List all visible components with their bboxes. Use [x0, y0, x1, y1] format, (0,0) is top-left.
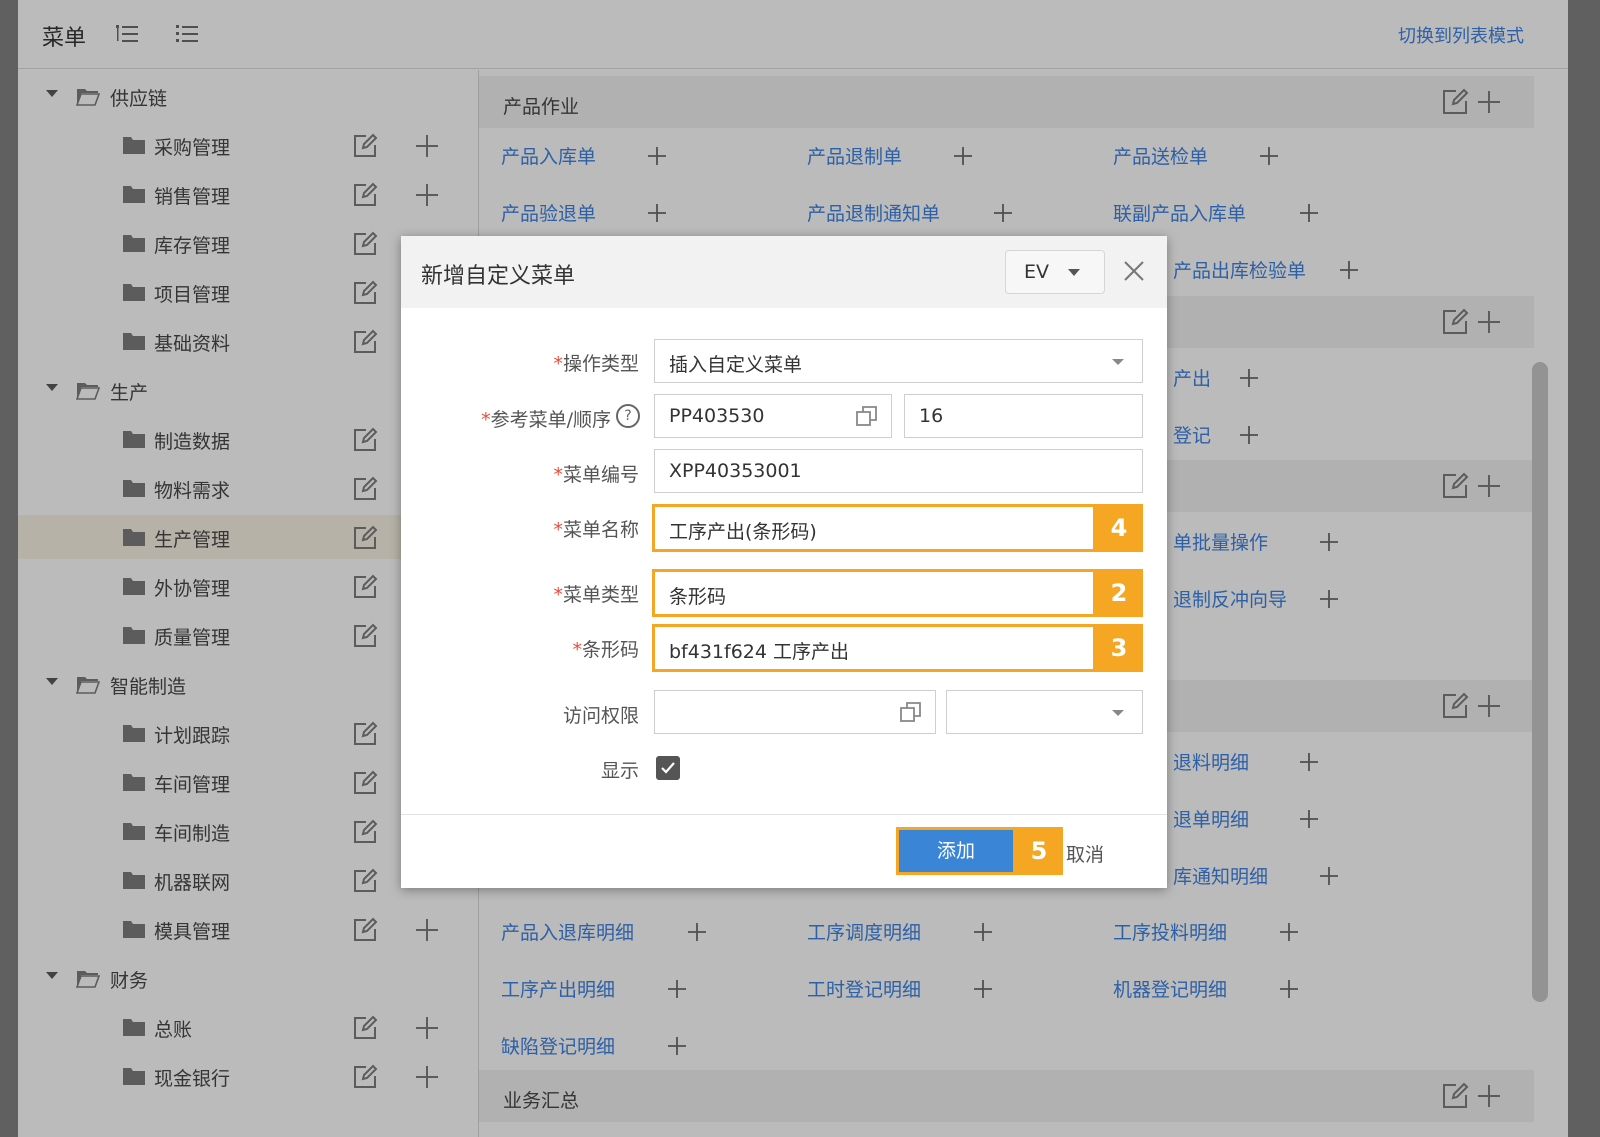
op-type-select[interactable]: 插入自定义菜单	[654, 339, 1143, 383]
step-badge: 4	[1095, 504, 1143, 552]
chevron-down-icon	[1112, 359, 1124, 365]
op-type-value: 插入自定义菜单	[669, 354, 803, 376]
access-label: 访问权限	[562, 705, 639, 727]
step-badge: 3	[1095, 624, 1143, 672]
chevron-down-icon	[1112, 710, 1124, 716]
check-icon	[661, 762, 675, 774]
menu-code-label: *菜单编号	[553, 464, 639, 486]
ref-menu-value: PP403530	[669, 405, 765, 427]
dialog-footer-divider	[401, 814, 1167, 815]
close-icon[interactable]	[1119, 256, 1149, 286]
access-level-select[interactable]	[946, 690, 1143, 734]
menu-code-input[interactable]: XPP40353001	[654, 449, 1143, 493]
copy-icon[interactable]	[899, 700, 923, 724]
ref-menu-label: *参考菜单/顺序	[481, 409, 611, 431]
menu-type-value: 条形码	[669, 586, 727, 608]
step-badge: 5	[1015, 827, 1063, 875]
menu-type-label: *菜单类型	[553, 584, 639, 606]
menu-name-value: 工序产出(条形码)	[669, 521, 817, 543]
dialog-header: 新增自定义菜单 EV	[401, 236, 1167, 308]
language-dropdown[interactable]: EV	[1005, 250, 1105, 294]
copy-icon[interactable]	[855, 404, 879, 428]
add-button[interactable]: 添加	[896, 827, 1016, 875]
barcode-value: bf431f624 工序产出	[669, 641, 850, 663]
show-checkbox[interactable]	[656, 756, 680, 780]
order-value: 16	[919, 405, 944, 427]
cancel-button[interactable]: 取消	[1066, 840, 1104, 867]
menu-name-input[interactable]: 工序产出(条形码)	[652, 504, 1096, 552]
add-custom-menu-dialog: 新增自定义菜单 EV *操作类型 插入自定义菜单 *参考菜单/顺序 ? PP40…	[401, 236, 1167, 888]
show-label: 显示	[600, 760, 639, 782]
barcode-label: *条形码	[572, 639, 639, 661]
chevron-down-icon	[1068, 269, 1080, 276]
ref-menu-input[interactable]: PP403530	[654, 394, 892, 438]
menu-name-label: *菜单名称	[553, 519, 639, 541]
step-badge: 2	[1095, 569, 1143, 617]
barcode-input[interactable]: bf431f624 工序产出	[652, 624, 1096, 672]
help-icon[interactable]: ?	[616, 404, 640, 428]
dialog-title: 新增自定义菜单	[421, 264, 576, 289]
language-label: EV	[1024, 261, 1050, 283]
order-input[interactable]: 16	[904, 394, 1143, 438]
menu-code-value: XPP40353001	[669, 460, 802, 482]
menu-type-input[interactable]: 条形码	[652, 569, 1096, 617]
op-type-label: *操作类型	[553, 353, 639, 375]
access-input[interactable]	[654, 690, 936, 734]
